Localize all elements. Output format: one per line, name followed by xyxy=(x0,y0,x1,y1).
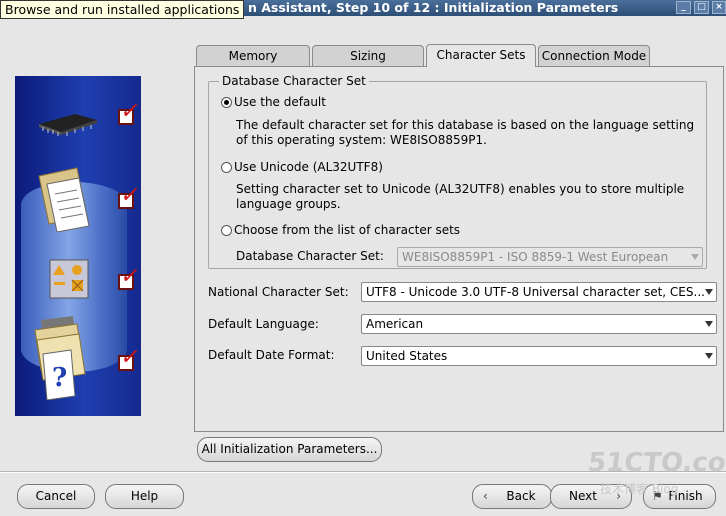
back-button[interactable]: ‹ Back xyxy=(472,484,552,509)
next-label: Next xyxy=(569,489,597,503)
step-check-icon: ✓ xyxy=(118,345,143,371)
group-legend: Database Character Set xyxy=(219,74,369,88)
default-language-value: American xyxy=(366,317,424,331)
database-charset-group xyxy=(208,81,707,269)
minimize-button[interactable]: _ xyxy=(676,1,691,14)
default-language-select[interactable]: American xyxy=(361,314,717,334)
default-description: The default character set for this datab… xyxy=(236,118,695,147)
tab-memory[interactable]: Memory xyxy=(196,45,310,66)
radio-label-use-default: Use the default xyxy=(234,95,326,109)
window-title: n Assistant, Step 10 of 12 : Initializat… xyxy=(248,0,619,15)
database-charset-select[interactable]: WE8ISO8859P1 - ISO 8859-1 West European xyxy=(397,247,703,267)
default-language-label: Default Language: xyxy=(208,317,319,331)
chevron-down-icon xyxy=(705,289,713,295)
svg-text:?: ? xyxy=(52,363,67,393)
date-format-select[interactable]: United States xyxy=(361,346,717,366)
help-button[interactable]: Help xyxy=(105,484,184,509)
step-check-icon: ✓ xyxy=(118,183,143,209)
tab-character-sets[interactable]: Character Sets xyxy=(426,44,536,67)
chevron-down-icon xyxy=(691,254,699,260)
date-format-label: Default Date Format: xyxy=(208,348,335,362)
maximize-button[interactable]: □ xyxy=(694,1,709,14)
radio-choose-list[interactable] xyxy=(221,225,232,236)
site-watermark-logo: 51CTO.com xyxy=(586,448,726,478)
close-button[interactable]: × xyxy=(712,1,726,14)
national-charset-value: UTF8 - Unicode 3.0 UTF-8 Universal chara… xyxy=(366,285,705,299)
back-label: Back xyxy=(506,489,536,503)
radio-label-choose-list: Choose from the list of character sets xyxy=(234,223,461,237)
shapes-icon xyxy=(49,259,89,299)
taskbar-tooltip: Browse and run installed applications xyxy=(0,0,245,19)
database-charset-value: WE8ISO8859P1 - ISO 8859-1 West European xyxy=(402,250,669,264)
site-watermark-subtitle: 技术博客 Blog xyxy=(600,482,679,496)
unicode-description: Setting character set to Unicode (AL32UT… xyxy=(236,182,685,211)
help-document-icon: ? xyxy=(34,316,86,400)
tab-sizing[interactable]: Sizing xyxy=(312,45,424,66)
chevron-down-icon xyxy=(705,321,713,327)
national-charset-label: National Character Set: xyxy=(208,285,349,299)
wizard-illustration: ? ✓ ✓ ✓ ✓ xyxy=(15,76,143,416)
radio-label-use-unicode: Use Unicode (AL32UTF8) xyxy=(234,160,383,174)
cancel-button[interactable]: Cancel xyxy=(17,484,95,509)
step-check-icon: ✓ xyxy=(118,264,143,290)
radio-use-default[interactable] xyxy=(221,97,232,108)
step-check-icon: ✓ xyxy=(118,99,143,125)
radio-use-unicode[interactable] xyxy=(221,162,232,173)
tab-connection-mode[interactable]: Connection Mode xyxy=(538,45,650,66)
database-charset-label: Database Character Set: xyxy=(236,249,384,263)
memory-chip-icon xyxy=(39,114,97,136)
date-format-value: United States xyxy=(366,349,448,363)
chevron-down-icon xyxy=(705,353,713,359)
chevron-left-icon: ‹ xyxy=(483,489,488,503)
national-charset-select[interactable]: UTF8 - Unicode 3.0 UTF-8 Universal chara… xyxy=(361,282,717,302)
documents-icon xyxy=(38,167,90,232)
all-init-params-button[interactable]: All Initialization Parameters... xyxy=(197,437,382,462)
